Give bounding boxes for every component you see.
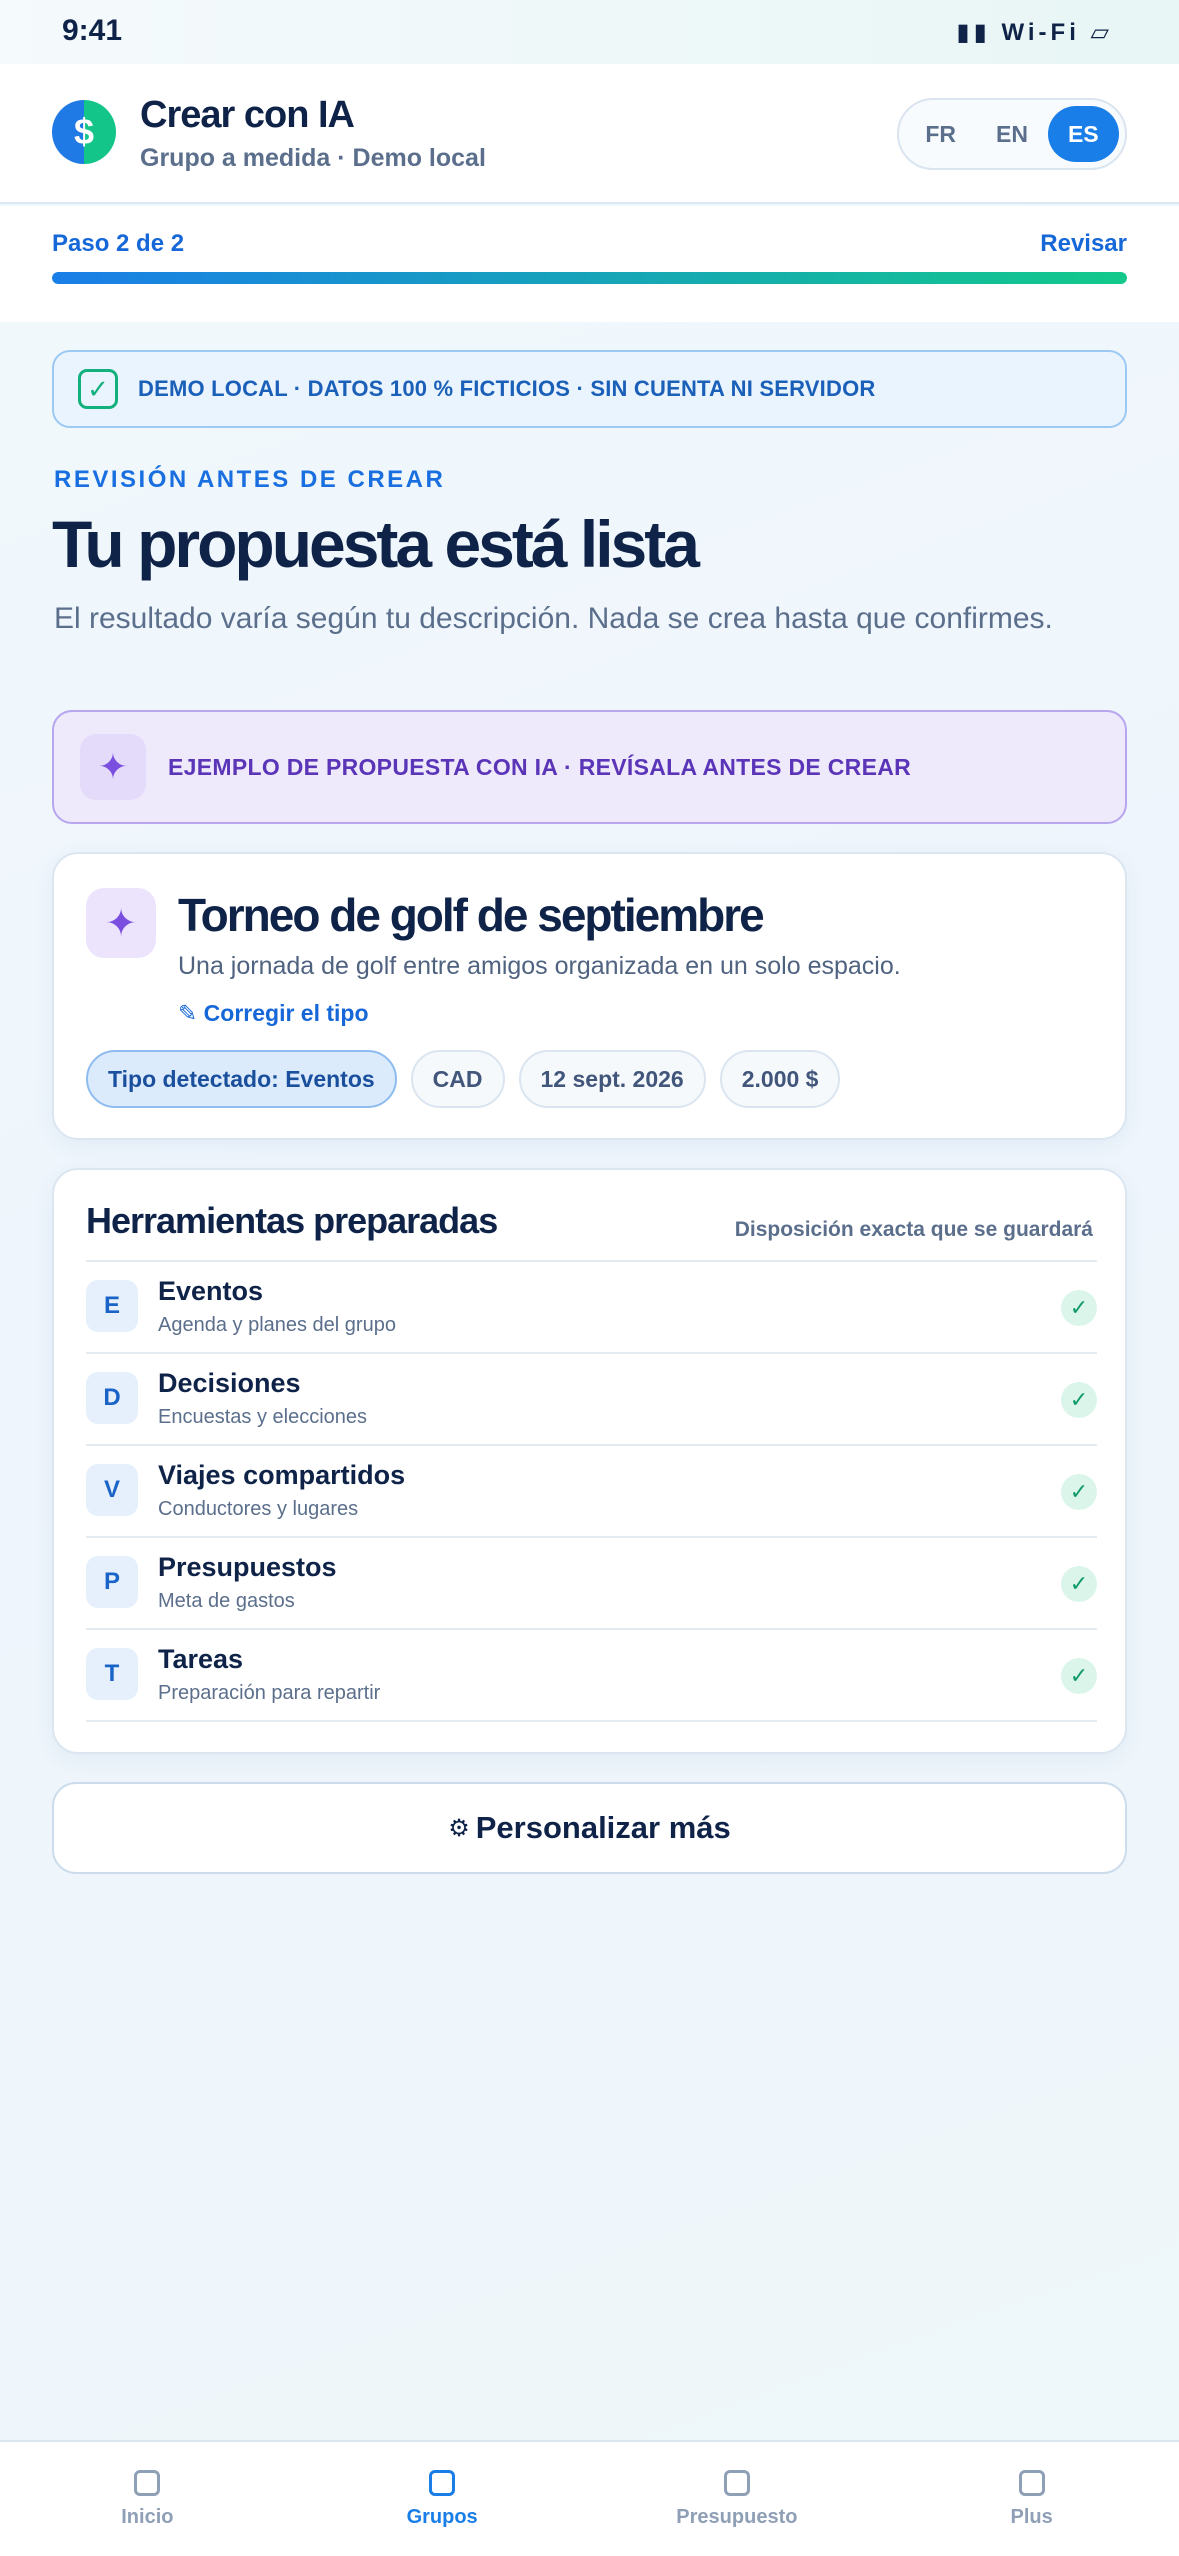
app-logo-icon: $ — [52, 100, 116, 164]
tool-description: Encuestas y elecciones — [158, 1406, 368, 1428]
proposal-description: Una jornada de golf entre amigos organiz… — [178, 952, 901, 980]
tool-name: Tareas — [158, 1644, 244, 1674]
tool-name: Viajes compartidos — [158, 1460, 406, 1490]
groups-icon — [429, 2470, 456, 2496]
sparkle-icon: ✦ — [80, 734, 146, 800]
tab-label: Presupuesto — [676, 2506, 798, 2528]
step-label: Paso 2 de 2 — [52, 230, 185, 257]
budget-icon — [723, 2470, 750, 2496]
section-eyebrow: REVISIÓN ANTES DE CREAR — [54, 466, 446, 493]
tool-row-decisiones: D Decisiones Encuestas y elecciones ✓ — [86, 1354, 1097, 1446]
customize-button[interactable]: ⚙ Personalizar más — [52, 1782, 1127, 1874]
tab-label: Inicio — [121, 2506, 174, 2528]
tab-grupos[interactable]: Grupos — [295, 2442, 590, 2556]
tool-badge: E — [86, 1280, 138, 1332]
tools-card: Herramientas preparadas Disposición exac… — [52, 1168, 1127, 1754]
currency-chip: CAD — [410, 1050, 505, 1108]
customize-label: Personalizar más — [475, 1810, 731, 1845]
tab-label: Grupos — [406, 2506, 478, 2528]
ai-example-banner: ✦ EJEMPLO DE PROPUESTA CON IA · REVÍSALA… — [52, 710, 1127, 824]
tool-name: Decisiones — [158, 1368, 301, 1398]
check-icon: ✓ — [1061, 1474, 1097, 1510]
app-title: Crear con IA — [140, 94, 355, 136]
tool-list: E Eventos Agenda y planes del grupo ✓ D … — [86, 1260, 1097, 1722]
status-system-icons: ▮▮ Wi-Fi ▱ — [956, 19, 1113, 46]
tool-badge: D — [86, 1372, 138, 1424]
proposal-chips: Tipo detectado: Eventos CAD 12 sept. 202… — [86, 1050, 841, 1108]
demo-banner: ✓ DEMO LOCAL · DATOS 100 % FICTICIOS · S… — [52, 350, 1127, 428]
review-link[interactable]: Revisar — [1040, 230, 1127, 258]
detected-type-chip[interactable]: Tipo detectado: Eventos — [86, 1050, 397, 1108]
tool-row-eventos: E Eventos Agenda y planes del grupo ✓ — [86, 1262, 1097, 1354]
step-progress: Paso 2 de 2 Revisar — [0, 206, 1179, 322]
tool-description: Preparación para repartir — [158, 1682, 381, 1704]
tool-row-tareas: T Tareas Preparación para repartir ✓ — [86, 1630, 1097, 1722]
language-switcher: FR EN ES — [897, 98, 1127, 170]
language-option-en[interactable]: EN — [976, 106, 1047, 162]
sparkle-icon: ✦ — [86, 888, 156, 958]
app-subtitle: Grupo a medida · Demo local — [140, 144, 486, 172]
language-option-es[interactable]: ES — [1047, 106, 1119, 162]
tool-badge: P — [86, 1556, 138, 1608]
check-icon: ✓ — [1061, 1658, 1097, 1694]
tool-badge: V — [86, 1464, 138, 1516]
tab-plus[interactable]: Plus — [884, 2442, 1179, 2556]
check-icon: ✓ — [78, 369, 118, 409]
language-option-fr[interactable]: FR — [905, 106, 976, 162]
tool-name: Presupuestos — [158, 1552, 337, 1582]
tool-badge: T — [86, 1648, 138, 1700]
progress-fill — [52, 272, 1127, 284]
proposal-title: Torneo de golf de septiembre — [178, 889, 765, 941]
tool-description: Conductores y lugares — [158, 1498, 359, 1520]
tool-row-viajes: V Viajes compartidos Conductores y lugar… — [86, 1446, 1097, 1538]
bottom-tab-bar: Inicio Grupos Presupuesto Plus — [0, 2440, 1179, 2556]
ai-banner-text: EJEMPLO DE PROPUESTA CON IA · REVÍSALA A… — [168, 753, 912, 780]
tab-presupuesto[interactable]: Presupuesto — [590, 2442, 885, 2556]
tool-row-presupuestos: P Presupuestos Meta de gastos ✓ — [86, 1538, 1097, 1630]
fix-type-link[interactable]: ✎ Corregir el tipo — [178, 1000, 369, 1027]
tool-description: Agenda y planes del grupo — [158, 1314, 396, 1336]
status-time: 9:41 — [62, 14, 123, 47]
check-icon: ✓ — [1061, 1566, 1097, 1602]
gear-icon: ⚙ — [448, 1814, 470, 1842]
date-chip: 12 sept. 2026 — [518, 1050, 706, 1108]
plus-icon — [1018, 2470, 1045, 2496]
page-title: Tu propuesta está lista — [52, 507, 700, 581]
progress-track — [52, 272, 1127, 284]
proposal-card: ✦ Torneo de golf de septiembre Una jorna… — [52, 852, 1127, 1140]
tool-name: Eventos — [158, 1276, 264, 1306]
check-icon: ✓ — [1061, 1290, 1097, 1326]
home-icon — [134, 2470, 161, 2496]
status-bar: 9:41 ▮▮ Wi-Fi ▱ — [0, 0, 1179, 64]
check-icon: ✓ — [1061, 1382, 1097, 1418]
tool-description: Meta de gastos — [158, 1590, 295, 1612]
app-header: $ Crear con IA Grupo a medida · Demo loc… — [0, 64, 1179, 204]
tab-label: Plus — [1010, 2506, 1053, 2528]
page-subtitle: El resultado varía según tu descripción.… — [54, 602, 1053, 635]
budget-chip: 2.000 $ — [719, 1050, 841, 1108]
tools-note: Disposición exacta que se guardará — [734, 1218, 1093, 1241]
tools-title: Herramientas preparadas — [86, 1200, 498, 1241]
demo-banner-text: DEMO LOCAL · DATOS 100 % FICTICIOS · SIN… — [138, 376, 876, 401]
tab-inicio[interactable]: Inicio — [0, 2442, 295, 2556]
